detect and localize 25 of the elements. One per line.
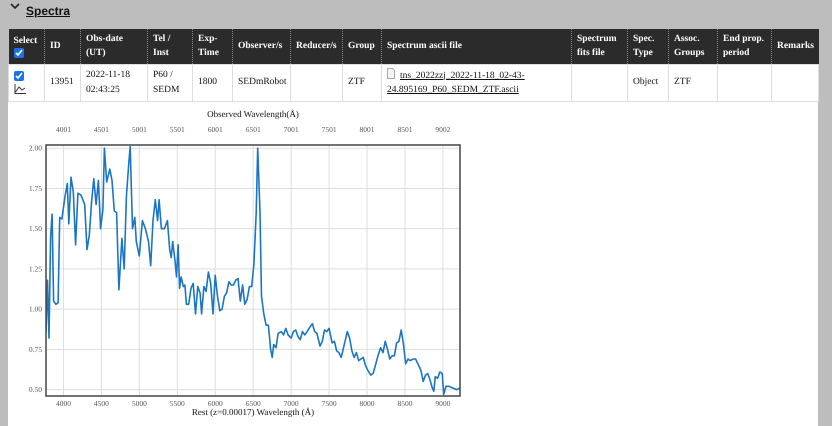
column-header: Select [14,35,38,48]
table-cell: SEDmRobot [232,64,290,102]
axis-title: Rest (z=0.00017) Wavelength (Å) [192,406,314,417]
column-header: Remarks [772,29,818,64]
section-title[interactable]: Spectra [26,2,70,20]
table-cell: 2022-11-18 02:43:25 [80,64,148,102]
column-header: Obs-date (UT) [80,29,148,64]
column-header: Spec. Type [628,29,668,64]
column-header: Spectrum fits file [572,29,628,64]
column-header: Tel / Inst [148,29,192,64]
table-cell: ZTF [668,64,718,102]
table-cell: 13951 [44,64,80,102]
table-cell: P60 / SEDM [148,64,192,102]
column-header: Observer/s [232,29,290,64]
column-header: Reducer/s [290,29,342,64]
column-header: Assoc. Groups [668,29,718,64]
axis-title: Observed Wavelength(Å) [207,108,299,119]
column-header: End prop. period [718,29,772,64]
table-cell: Object [628,64,668,102]
table-cell: 1800 [192,64,232,102]
column-header: Group [342,29,382,64]
table-cell: ZTF [342,64,382,102]
column-header: Exp-Time [192,29,232,64]
column-header: ID [44,29,80,64]
column-header: Spectrum ascii file [382,29,572,64]
